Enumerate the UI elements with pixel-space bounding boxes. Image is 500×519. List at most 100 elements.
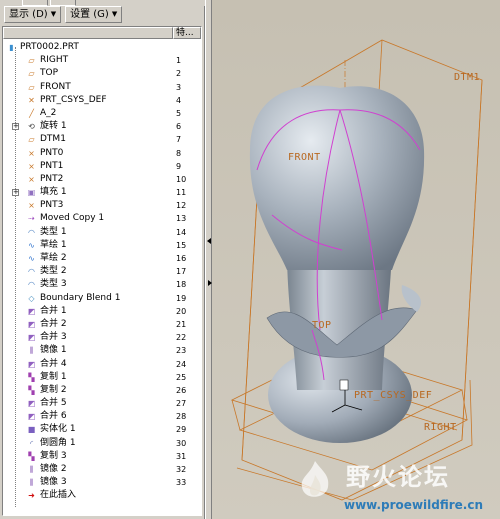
- tree-menubar: 显示 (D) ▼ 设置 (G) ▼: [0, 6, 205, 23]
- collapse-left-arrow-icon[interactable]: [207, 238, 211, 244]
- tree-item-label: Boundary Blend 1: [40, 292, 121, 303]
- tree-item[interactable]: + ▣ 填充 1 11: [3, 186, 201, 199]
- feature-number-column-header[interactable]: 特...: [173, 27, 201, 39]
- tree-item[interactable]: × PNT1 9: [3, 160, 201, 173]
- tree-item-label: PRT0002.PRT: [20, 42, 79, 52]
- tree-item[interactable]: ⫼ 镜像 3 33: [3, 476, 201, 489]
- expand-toggle-icon[interactable]: +: [12, 123, 19, 131]
- tree-item[interactable]: × PNT3 12: [3, 199, 201, 212]
- tree-item[interactable]: ⫼ 镜像 1 23: [3, 344, 201, 357]
- chevron-down-icon: ▼: [50, 10, 57, 18]
- watermark-title: 野火论坛: [346, 463, 450, 491]
- tree-item[interactable]: ∿ 草绘 2 16: [3, 252, 201, 265]
- merge-icon: ◩: [27, 333, 36, 343]
- tree-item[interactable]: ⫼ 镜像 2 32: [3, 463, 201, 476]
- tree-item-label: PNT1: [40, 160, 64, 171]
- watermark-url: www.proewildfire.cn: [344, 498, 484, 512]
- model-tree-panel: 显示 (D) ▼ 设置 (G) ▼ 特... ▮ PRT0002.PRT ▱ RIGH…: [0, 0, 205, 519]
- forum-watermark: 野火论坛 www.proewildfire.cn: [290, 457, 500, 519]
- datum-point-icon: ×: [28, 201, 35, 211]
- tree-item[interactable]: ➜ 在此插入: [3, 489, 201, 502]
- tree-item[interactable]: ◇ Boundary Blend 1 19: [3, 292, 201, 305]
- tree-item[interactable]: ▚ 复制 2 26: [3, 384, 201, 397]
- datum-plane-icon: ▱: [28, 56, 35, 66]
- tree-item-label: 类型 3: [40, 279, 67, 290]
- tree-item-label: 在此插入: [40, 490, 77, 501]
- moved-copy-icon: ⇢: [28, 214, 35, 224]
- panel-splitter[interactable]: [205, 0, 212, 519]
- tree-item[interactable]: ▚ 复制 3 31: [3, 450, 201, 463]
- tree-item[interactable]: ◩ 合并 2 21: [3, 318, 201, 331]
- tree-item[interactable]: ✕ PRT_CSYS_DEF 4: [3, 94, 201, 107]
- feature-number: 10: [176, 174, 187, 184]
- tree-item[interactable]: ◩ 合并 5 27: [3, 397, 201, 410]
- display-menu-button[interactable]: 显示 (D) ▼: [4, 6, 62, 23]
- graphics-viewport[interactable]: DTM1 FRONT TOP PRT_CSYS_DEF RIGHT 野火论坛 w…: [212, 0, 500, 519]
- tree-item[interactable]: ◠ 类型 1 14: [3, 226, 201, 239]
- copy-icon: ▚: [28, 451, 35, 461]
- tree-item-label: Moved Copy 1: [40, 213, 105, 224]
- feature-number: 14: [176, 227, 187, 237]
- feature-number: 17: [176, 267, 187, 277]
- expand-toggle-icon[interactable]: +: [12, 189, 19, 197]
- display-menu-label: 显示 (D): [9, 9, 48, 20]
- fill-icon: ▣: [27, 188, 36, 198]
- tree-item[interactable]: ⇢ Moved Copy 1 13: [3, 212, 201, 225]
- tree-item-label: 类型 1: [40, 226, 67, 237]
- tree-item[interactable]: ▚ 复制 1 25: [3, 371, 201, 384]
- tree-item-label: 复制 3: [40, 450, 67, 461]
- tree-item-label: PRT_CSYS_DEF: [40, 94, 107, 105]
- tree-item-label: 草绘 2: [40, 253, 67, 263]
- feature-number: 22: [176, 333, 187, 343]
- tree-item[interactable]: ◠ 类型 3 18: [3, 278, 201, 291]
- tree-item-label: 实体化 1: [40, 424, 76, 435]
- merge-icon: ◩: [27, 319, 36, 329]
- model-tree[interactable]: 特... ▮ PRT0002.PRT ▱ RIGHT 1 ▱ TOP 2 ▱ FRONT 3 ✕ PRT…: [2, 26, 202, 516]
- tree-root-item[interactable]: ▮ PRT0002.PRT: [3, 41, 201, 54]
- tree-rows: ▮ PRT0002.PRT ▱ RIGHT 1 ▱ TOP 2 ▱ FRONT 3 ✕ PRT_CSYS…: [3, 41, 201, 503]
- feature-number: 5: [176, 108, 182, 118]
- datum-point-icon: ×: [28, 174, 35, 184]
- tree-item[interactable]: ◩ 合并 3 22: [3, 331, 201, 344]
- tree-item-label: 旋转 1: [40, 121, 67, 132]
- copy-icon: ▚: [28, 372, 35, 382]
- tree-item[interactable]: ▱ RIGHT 1: [3, 54, 201, 67]
- merge-icon: ◩: [27, 399, 36, 409]
- tree-item-label: 填充 1: [40, 187, 67, 198]
- feature-number: 4: [176, 95, 182, 105]
- tree-item[interactable]: × PNT2 10: [3, 173, 201, 186]
- feature-number: 28: [176, 412, 187, 422]
- tree-item[interactable]: ▱ DTM1 7: [3, 133, 201, 146]
- part-icon: ▮: [9, 43, 14, 52]
- feature-number: 26: [176, 385, 187, 395]
- tree-item[interactable]: ∿ 草绘 1 15: [3, 239, 201, 252]
- tree-item[interactable]: ◜ 倒圆角 1 30: [3, 437, 201, 450]
- type-icon: ◠: [28, 227, 35, 237]
- feature-number: 9: [176, 161, 182, 171]
- tree-item-label: 草绘 1: [40, 239, 67, 250]
- feature-number: 32: [176, 465, 187, 474]
- datum-point-icon: ×: [28, 148, 35, 158]
- tree-item[interactable]: ◩ 合并 4 24: [3, 358, 201, 371]
- tree-item-label: TOP: [40, 68, 59, 79]
- tree-item[interactable]: ▱ FRONT 3: [3, 81, 201, 94]
- feature-number: 27: [176, 399, 187, 409]
- solidify-icon: ■: [27, 425, 36, 435]
- tree-item[interactable]: ◩ 合并 6 28: [3, 410, 201, 423]
- tree-item-label: 镜像 1: [40, 345, 67, 356]
- tree-item[interactable]: × PNT0 8: [3, 147, 201, 160]
- tree-item[interactable]: ◩ 合并 1 20: [3, 305, 201, 318]
- axis-icon: ╱: [29, 108, 34, 118]
- settings-menu-button[interactable]: 设置 (G) ▼: [65, 6, 123, 23]
- sketch-icon: ∿: [28, 254, 35, 263]
- right-label: RIGHT: [424, 422, 457, 433]
- tree-column-header[interactable]: [3, 27, 173, 39]
- tree-header: 特...: [3, 27, 201, 39]
- tree-item[interactable]: ■ 实体化 1 29: [3, 423, 201, 436]
- tree-item[interactable]: ▱ TOP 2: [3, 67, 201, 80]
- tree-item[interactable]: + ⟲ 旋转 1 6: [3, 120, 201, 133]
- feature-number: 11: [176, 188, 187, 198]
- feature-number: 1: [176, 56, 182, 66]
- tree-item[interactable]: ╱ A_2 5: [3, 107, 201, 120]
- tree-item[interactable]: ◠ 类型 2 17: [3, 265, 201, 278]
